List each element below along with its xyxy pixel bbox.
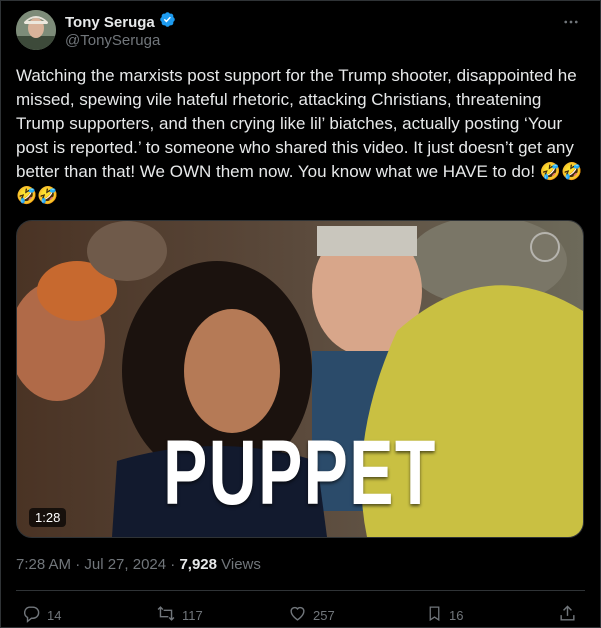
- avatar-image: [16, 10, 56, 50]
- like-count: 257: [313, 607, 335, 623]
- bookmark-icon: [426, 604, 443, 626]
- tweet-body: Watching the marxists post support for t…: [16, 66, 582, 181]
- video-overlay-caption: PUPPET: [163, 422, 437, 524]
- video-player[interactable]: PUPPET 1:28: [16, 220, 584, 538]
- repost-count: 117: [182, 607, 203, 623]
- share-button[interactable]: [558, 604, 577, 626]
- author-display-name[interactable]: Tony Seruga: [65, 14, 155, 31]
- bookmark-button[interactable]: 16: [426, 604, 463, 626]
- share-icon: [558, 604, 577, 626]
- reply-icon: [22, 604, 41, 626]
- bookmark-count: 16: [449, 607, 464, 623]
- more-options-icon[interactable]: [561, 12, 581, 32]
- views-count: 7,928: [179, 556, 217, 573]
- avatar[interactable]: [16, 10, 56, 50]
- tweet-timestamp[interactable]: 7:28 AM · Jul 27, 2024 ·: [16, 556, 179, 573]
- author-name-row[interactable]: Tony Seruga: [65, 11, 176, 33]
- action-bar: 14 117 257 16: [16, 604, 585, 626]
- tweet-meta: 7:28 AM · Jul 27, 2024 · 7,928 Views: [16, 556, 261, 573]
- repost-icon: [156, 604, 176, 626]
- reply-count: 14: [47, 607, 62, 623]
- like-button[interactable]: 257: [288, 604, 335, 626]
- tweet-text: Watching the marxists post support for t…: [16, 64, 586, 208]
- video-duration-badge: 1:28: [29, 508, 67, 527]
- heart-icon: [288, 604, 307, 626]
- divider: [16, 590, 585, 591]
- reply-button[interactable]: 14: [22, 604, 61, 626]
- views-label: Views: [216, 556, 261, 573]
- verified-badge-icon: [159, 11, 176, 33]
- author-handle[interactable]: @TonySeruga: [65, 32, 160, 49]
- repost-button[interactable]: 117: [156, 604, 203, 626]
